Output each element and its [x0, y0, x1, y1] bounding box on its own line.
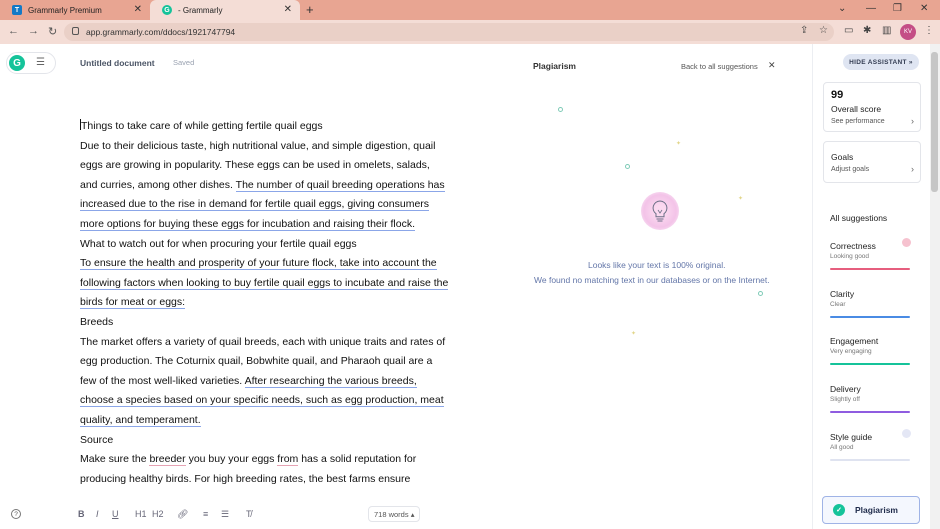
category-correctness[interactable]: Correctness Looking good	[830, 238, 911, 270]
page-scrollbar[interactable]	[930, 44, 940, 529]
category-score-bar	[830, 363, 910, 365]
decor-dot-icon	[758, 291, 763, 296]
decor-sparkle-icon: ✦	[631, 331, 637, 337]
hamburger-menu-icon[interactable]: ☰	[36, 57, 45, 68]
tab-label: - Grammarly	[178, 5, 223, 15]
bold-button[interactable]: B	[78, 509, 85, 519]
plagiarism-panel-title: Plagiarism	[533, 61, 576, 71]
link-icon[interactable]: 🔗︎	[177, 509, 188, 520]
suggestion-underline[interactable]: To ensure the health and prosperity of y…	[80, 257, 449, 310]
new-tab-icon[interactable]: +	[306, 2, 314, 17]
paragraph[interactable]: To ensure the health and prosperity of y…	[80, 254, 450, 313]
save-status: Saved	[173, 58, 195, 67]
see-performance-link[interactable]: See performance	[831, 118, 885, 125]
browser-tab-bar: T Grammarly Premium ✕ G - Grammarly ✕ + …	[0, 0, 940, 20]
puzzle-icon[interactable]: ✱	[863, 25, 871, 36]
tab-grammarly[interactable]: G - Grammarly ✕	[150, 0, 300, 20]
grammarly-logo-icon[interactable]: G	[9, 55, 25, 71]
plagiarism-result-message: Looks like your text is 100% original.	[588, 260, 726, 270]
tab-favicon-icon: T	[12, 5, 22, 15]
heading2-button[interactable]: H2	[152, 509, 164, 519]
url-text: app.grammarly.com/ddocs/1921747794	[86, 27, 236, 37]
category-clarity[interactable]: Clarity Clear	[830, 289, 910, 318]
all-suggestions-link[interactable]: All suggestions	[830, 213, 887, 223]
category-score-bar	[830, 316, 910, 318]
heading[interactable]: Breeds	[80, 313, 450, 333]
assistant-sidebar: HIDE ASSISTANT » 99 Overall score See pe…	[812, 44, 930, 529]
heading[interactable]: Source	[80, 431, 450, 451]
category-score-bar	[830, 411, 910, 413]
category-engagement[interactable]: Engagement Very engaging	[830, 336, 910, 365]
share-icon[interactable]: ⇪	[800, 25, 808, 36]
numbered-list-icon[interactable]: ≡	[203, 509, 208, 519]
heading[interactable]: What to watch out for when procuring you…	[80, 235, 450, 255]
grammarly-app: G ☰ Untitled document Saved Things to ta…	[0, 44, 940, 529]
back-icon[interactable]: ←	[8, 25, 19, 37]
plagiarism-button[interactable]: ✓ Plagiarism	[822, 496, 920, 524]
document-editor[interactable]: Things to take care of while getting fer…	[80, 117, 450, 497]
italic-button[interactable]: I	[96, 509, 99, 519]
more-menu-icon[interactable]: ⋮	[924, 25, 934, 36]
close-icon[interactable]: ✕	[134, 4, 142, 15]
check-circle-icon	[902, 429, 911, 438]
lightbulb-illustration-icon	[641, 192, 679, 230]
minimize-icon[interactable]: —	[866, 3, 876, 14]
tab-label: Grammarly Premium	[28, 5, 102, 15]
paragraph[interactable]: Make sure the breeder you buy your eggs …	[80, 450, 450, 489]
profile-avatar[interactable]: KV	[900, 24, 916, 40]
paragraph[interactable]: Due to their delicious taste, high nutri…	[80, 137, 450, 235]
forward-icon[interactable]: →	[28, 25, 39, 37]
decor-dot-icon	[625, 164, 630, 169]
chevron-right-icon: ›	[911, 164, 914, 174]
window-close-icon[interactable]: ✕	[920, 3, 928, 14]
document-title[interactable]: Untitled document	[80, 58, 155, 68]
category-style-guide[interactable]: Style guide All good	[830, 429, 911, 461]
overall-score-card[interactable]: 99 Overall score See performance ›	[823, 82, 921, 132]
back-to-suggestions-link[interactable]: Back to all suggestions	[681, 62, 758, 71]
suggestion-underline[interactable]: breeder	[149, 453, 186, 467]
format-toolbar: B I U H1 H2 🔗︎ ≡ ☰ T̸ 718 words ▴	[0, 503, 460, 527]
address-bar-row: ← → ↻ app.grammarly.com/ddocs/1921747794…	[0, 20, 940, 44]
overall-score-label: Overall score	[831, 104, 882, 114]
goals-card[interactable]: Goals Adjust goals ›	[823, 141, 921, 183]
category-score-bar	[830, 268, 910, 270]
category-score-bar	[830, 459, 910, 461]
doc-title-line[interactable]: Things to take care of while getting fer…	[80, 117, 450, 137]
goals-label: Goals	[831, 152, 854, 162]
chevron-right-icon: ›	[911, 116, 914, 126]
check-circle-icon	[902, 238, 911, 247]
category-delivery[interactable]: Delivery Slightly off	[830, 384, 910, 413]
lock-icon	[72, 27, 79, 35]
decor-sparkle-icon: ✦	[738, 196, 744, 202]
close-icon[interactable]: ✕	[768, 60, 776, 71]
word-count-button[interactable]: 718 words ▴	[368, 506, 421, 522]
grammarly-favicon-icon: G	[162, 5, 172, 15]
suggestion-underline[interactable]: from	[277, 453, 299, 467]
hide-assistant-button[interactable]: HIDE ASSISTANT »	[843, 54, 919, 70]
tab-grammarly-premium[interactable]: T Grammarly Premium ✕	[0, 0, 150, 20]
url-input[interactable]: app.grammarly.com/ddocs/1921747794	[64, 23, 834, 41]
check-icon: ✓	[833, 504, 845, 516]
plagiarism-result-detail: We found no matching text in our databas…	[534, 275, 770, 285]
close-icon[interactable]: ✕	[284, 4, 292, 15]
decor-dot-icon	[558, 107, 563, 112]
scrollbar-thumb[interactable]	[931, 52, 938, 192]
overall-score-value: 99	[831, 89, 844, 101]
bookmark-star-icon[interactable]: ☆	[819, 25, 828, 36]
underline-button[interactable]: U	[112, 509, 119, 519]
paragraph[interactable]: The market offers a variety of quail bre…	[80, 333, 450, 431]
reload-icon[interactable]: ↻	[48, 25, 57, 38]
restore-icon[interactable]: ❐	[893, 3, 902, 14]
sidepanel-icon[interactable]: ▥	[882, 25, 891, 36]
bulleted-list-icon[interactable]: ☰	[221, 509, 229, 520]
extension-icon[interactable]: ▭	[844, 25, 853, 36]
heading1-button[interactable]: H1	[135, 509, 147, 519]
chevron-down-icon[interactable]: ⌄	[838, 3, 846, 14]
adjust-goals-link[interactable]: Adjust goals	[831, 166, 869, 173]
decor-sparkle-icon: ✦	[676, 141, 682, 147]
clear-format-icon[interactable]: T̸	[246, 509, 252, 519]
